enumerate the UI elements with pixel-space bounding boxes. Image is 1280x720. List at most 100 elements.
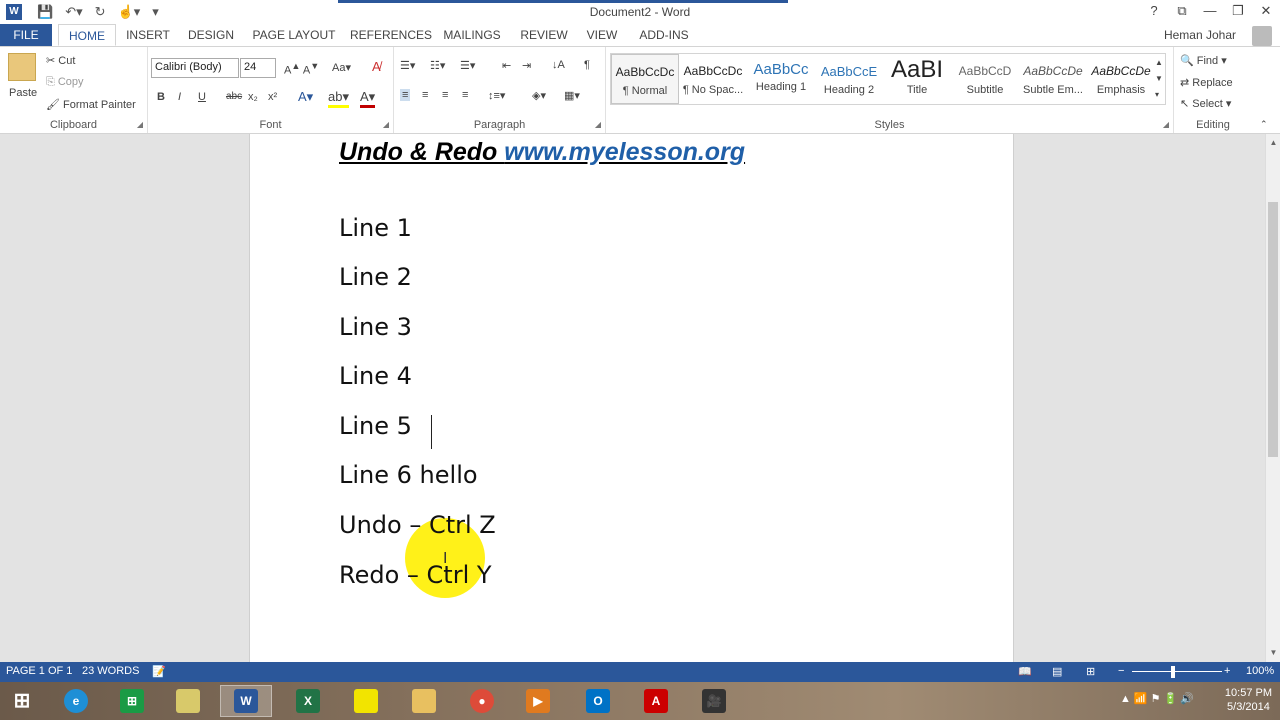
collapse-ribbon-icon[interactable]: ⌃ (1260, 119, 1268, 130)
align-left-icon[interactable]: ≡ (400, 89, 411, 101)
borders-icon[interactable]: ▦▾ (564, 89, 580, 102)
taskbar-camtasia[interactable]: 🎥 (688, 685, 740, 717)
font-color-icon[interactable]: A▾ (360, 89, 376, 108)
zoom-slider-thumb[interactable] (1171, 666, 1175, 678)
paste-button[interactable]: Paste (9, 87, 37, 99)
subscript-button[interactable]: x₂ (248, 91, 258, 103)
tab-view[interactable]: VIEW (582, 24, 622, 46)
style-heading-1[interactable]: AaBbCc Heading 1 (747, 54, 815, 104)
taskbar-explorer[interactable] (398, 685, 450, 717)
taskbar-excel[interactable]: X (282, 685, 334, 717)
tray-icons[interactable]: ▲ 📶 ⚑ 🔋 🔊 (1120, 692, 1194, 706)
style-no-spacing[interactable]: AaBbCcDc ¶ No Spac... (679, 54, 747, 104)
restore-button[interactable]: ❐ (1224, 0, 1252, 24)
numbering-icon[interactable]: ☷▾ (430, 59, 445, 72)
clock-time[interactable]: 10:57 PM (1225, 686, 1272, 700)
copy-button[interactable]: ⎘ Copy (46, 76, 84, 89)
zoom-level[interactable]: 100% (1246, 665, 1274, 677)
close-button[interactable]: ✕ (1252, 0, 1280, 24)
vertical-scrollbar[interactable]: ▲ ▼ (1265, 134, 1280, 662)
tab-design[interactable]: DESIGN (184, 24, 238, 46)
clock-date[interactable]: 5/3/2014 (1225, 700, 1272, 714)
scroll-down-icon[interactable]: ▼ (1266, 646, 1280, 660)
dialog-launcher-icon[interactable]: ◢ (595, 120, 601, 129)
underline-button[interactable]: U (198, 91, 206, 103)
zoom-out-icon[interactable]: − (1118, 665, 1124, 677)
replace-button[interactable]: ⇄ Replace (1180, 76, 1233, 89)
user-name[interactable]: Heman Johar (1164, 28, 1236, 42)
dialog-launcher-icon[interactable]: ◢ (383, 120, 389, 129)
dialog-launcher-icon[interactable]: ◢ (137, 120, 143, 129)
decrease-indent-icon[interactable]: ⇤ (502, 59, 511, 72)
web-layout-icon[interactable]: ⊞ (1086, 665, 1095, 678)
tab-mailings[interactable]: MAILINGS (440, 24, 504, 46)
superscript-button[interactable]: x² (268, 91, 277, 103)
strikethrough-button[interactable]: abc (226, 91, 242, 102)
line-spacing-icon[interactable]: ↕≡▾ (488, 89, 505, 102)
tab-page-layout[interactable]: PAGE LAYOUT (250, 24, 338, 46)
scrollbar-thumb[interactable] (1268, 202, 1278, 457)
document-page[interactable]: Undo & Redo www.myelesson.org Line 1 Lin… (249, 134, 1014, 662)
taskbar-store[interactable]: ⊞ (106, 685, 158, 717)
taskbar-chrome[interactable]: ● (456, 685, 508, 717)
clear-formatting-icon[interactable]: A̸ (372, 59, 381, 74)
start-button[interactable]: ⊞ (0, 685, 44, 717)
dialog-launcher-icon[interactable]: ◢ (1163, 120, 1169, 129)
bold-button[interactable]: B (157, 91, 165, 103)
style-emphasis[interactable]: AaBbCcDe Emphasis (1087, 54, 1155, 104)
zoom-slider[interactable] (1132, 671, 1222, 672)
justify-icon[interactable]: ≡ (462, 89, 468, 101)
minimize-button[interactable]: — (1196, 0, 1224, 24)
more-styles-icon[interactable]: ▾ (1155, 90, 1159, 99)
italic-button[interactable]: I (178, 91, 181, 103)
scroll-down-icon[interactable]: ▼ (1155, 74, 1163, 83)
word-count[interactable]: 23 WORDS (82, 665, 139, 677)
tab-file[interactable]: FILE (0, 24, 52, 46)
text-effects-icon[interactable]: A▾ (298, 89, 313, 105)
scroll-up-icon[interactable]: ▲ (1266, 136, 1280, 150)
format-painter-button[interactable]: 🖌 Format Painter (46, 98, 136, 111)
tab-references[interactable]: REFERENCES (350, 24, 432, 46)
show-formatting-icon[interactable]: ¶ (584, 59, 590, 71)
ribbon-display-options-button[interactable]: ⧉ (1168, 0, 1196, 24)
increase-indent-icon[interactable]: ⇥ (522, 59, 531, 72)
taskbar-media[interactable]: ▶ (512, 685, 564, 717)
help-button[interactable]: ? (1140, 0, 1168, 24)
cut-button[interactable]: ✂ Cut (46, 54, 75, 67)
find-button[interactable]: 🔍 Find ▾ (1180, 54, 1227, 67)
tab-insert[interactable]: INSERT (122, 24, 174, 46)
bullets-icon[interactable]: ☰▾ (400, 59, 415, 72)
highlight-color-icon[interactable]: ab▾ (328, 89, 349, 108)
taskbar-notes[interactable] (340, 685, 392, 717)
select-button[interactable]: ↖ Select ▾ (1180, 97, 1231, 110)
zoom-in-icon[interactable]: + (1224, 665, 1230, 677)
heading-link[interactable]: www.myelesson.org (504, 138, 745, 166)
grow-font-icon[interactable]: A▲ A▼ (284, 61, 319, 77)
change-case-icon[interactable]: Aa▾ (332, 61, 351, 74)
taskbar-word[interactable]: W (220, 685, 272, 717)
taskbar-ie[interactable]: e (50, 685, 102, 717)
shading-icon[interactable]: ◈▾ (532, 89, 546, 102)
read-mode-icon[interactable]: 📖 (1018, 665, 1032, 678)
font-family-combo[interactable]: Calibri (Body) (151, 58, 239, 78)
font-size-combo[interactable]: 24 (240, 58, 276, 78)
tab-home[interactable]: HOME (58, 24, 116, 46)
align-right-icon[interactable]: ≡ (442, 89, 448, 101)
style-normal[interactable]: AaBbCcDc ¶ Normal (611, 54, 679, 104)
style-heading-2[interactable]: AaBbCcE Heading 2 (815, 54, 883, 104)
page-count[interactable]: PAGE 1 OF 1 (6, 665, 72, 677)
multilevel-list-icon[interactable]: ☰▾ (460, 59, 475, 72)
taskbar-sticky[interactable] (162, 685, 214, 717)
style-subtitle[interactable]: AaBbCcD Subtitle (951, 54, 1019, 104)
proofing-icon[interactable]: 📝 (152, 665, 166, 678)
taskbar-acrobat[interactable]: A (630, 685, 682, 717)
avatar[interactable] (1252, 26, 1272, 46)
tab-add-ins[interactable]: ADD-INS (634, 24, 694, 46)
sort-icon[interactable]: ↓A (552, 59, 565, 71)
print-layout-icon[interactable]: ▤ (1052, 665, 1062, 678)
tab-review[interactable]: REVIEW (516, 24, 572, 46)
scroll-up-icon[interactable]: ▲ (1155, 58, 1163, 67)
align-center-icon[interactable]: ≡ (422, 89, 428, 101)
style-subtle-emphasis[interactable]: AaBbCcDe Subtle Em... (1019, 54, 1087, 104)
paste-icon[interactable] (8, 53, 36, 81)
